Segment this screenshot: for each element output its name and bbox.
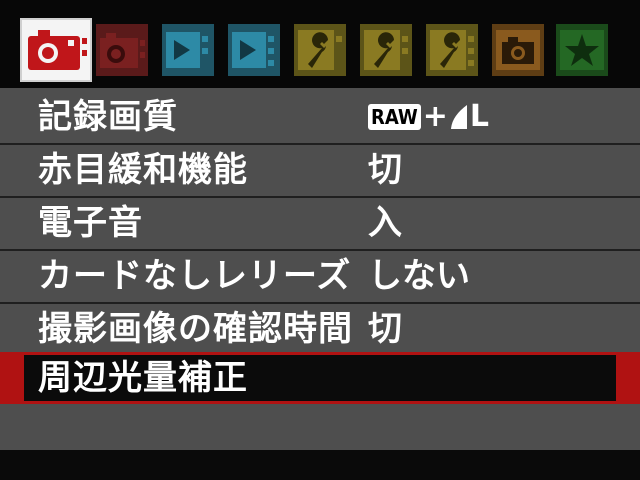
- my-menu-tab[interactable]: [556, 24, 608, 76]
- playback-tab-1[interactable]: [162, 24, 214, 76]
- menu-item-value: しない: [368, 256, 470, 296]
- jpeg-fine-icon: [450, 105, 467, 129]
- menu-item-red-eye[interactable]: 赤目緩和機能 切: [0, 145, 640, 195]
- camera-icon: [96, 24, 148, 76]
- playback-tab-2[interactable]: [228, 24, 280, 76]
- wrench-icon: [294, 24, 346, 76]
- size-letter: L: [469, 99, 490, 134]
- playback-icon: [228, 24, 280, 76]
- menu-item-value: 切: [368, 150, 402, 190]
- menu-item-release-without-card[interactable]: カードなしレリーズ しない: [0, 251, 640, 301]
- custom-functions-tab[interactable]: [492, 24, 544, 76]
- playback-icon: [162, 24, 214, 76]
- menu-item-value: 切: [368, 309, 402, 349]
- wrench-icon: [426, 24, 478, 76]
- menu-item-label: 撮影画像の確認時間: [38, 309, 353, 349]
- menu-item-image-quality[interactable]: 記録画質 RAW + L: [0, 92, 640, 142]
- menu-item-value: 入: [368, 203, 402, 243]
- shooting-tab-2[interactable]: [96, 24, 148, 76]
- setup-tab-3[interactable]: [426, 24, 478, 76]
- star-icon: [556, 24, 608, 76]
- selection-right-cap: [616, 352, 640, 402]
- camera-icon: [28, 30, 87, 70]
- selection-left-cap: [0, 352, 24, 402]
- menu-item-image-review[interactable]: 撮影画像の確認時間 切: [0, 304, 640, 354]
- menu-item-peripheral-illumination[interactable]: 周辺光量補正: [0, 352, 640, 404]
- menu-item-label: 赤目緩和機能: [38, 150, 248, 190]
- menu-item-label: 電子音: [38, 203, 143, 243]
- bottom-bar: [0, 450, 640, 480]
- raw-badge: RAW: [368, 104, 421, 130]
- shooting-menu: 記録画質 RAW + L 赤目緩和機能 切 電子音 入 カードなしレリーズ しな…: [0, 88, 640, 450]
- menu-tab-bar: [0, 0, 640, 88]
- setup-tab-2[interactable]: [360, 24, 412, 76]
- menu-item-beep[interactable]: 電子音 入: [0, 198, 640, 248]
- setup-tab-1[interactable]: [294, 24, 346, 76]
- camera-icon: [492, 24, 544, 76]
- menu-item-label: 周辺光量補正: [38, 358, 248, 398]
- wrench-icon: [360, 24, 412, 76]
- menu-item-label: 記録画質: [38, 97, 178, 137]
- shooting-tab-1[interactable]: [20, 18, 92, 82]
- plus-sign: +: [422, 99, 448, 134]
- image-quality-value: RAW + L: [368, 92, 489, 142]
- menu-item-label: カードなしレリーズ: [38, 256, 352, 296]
